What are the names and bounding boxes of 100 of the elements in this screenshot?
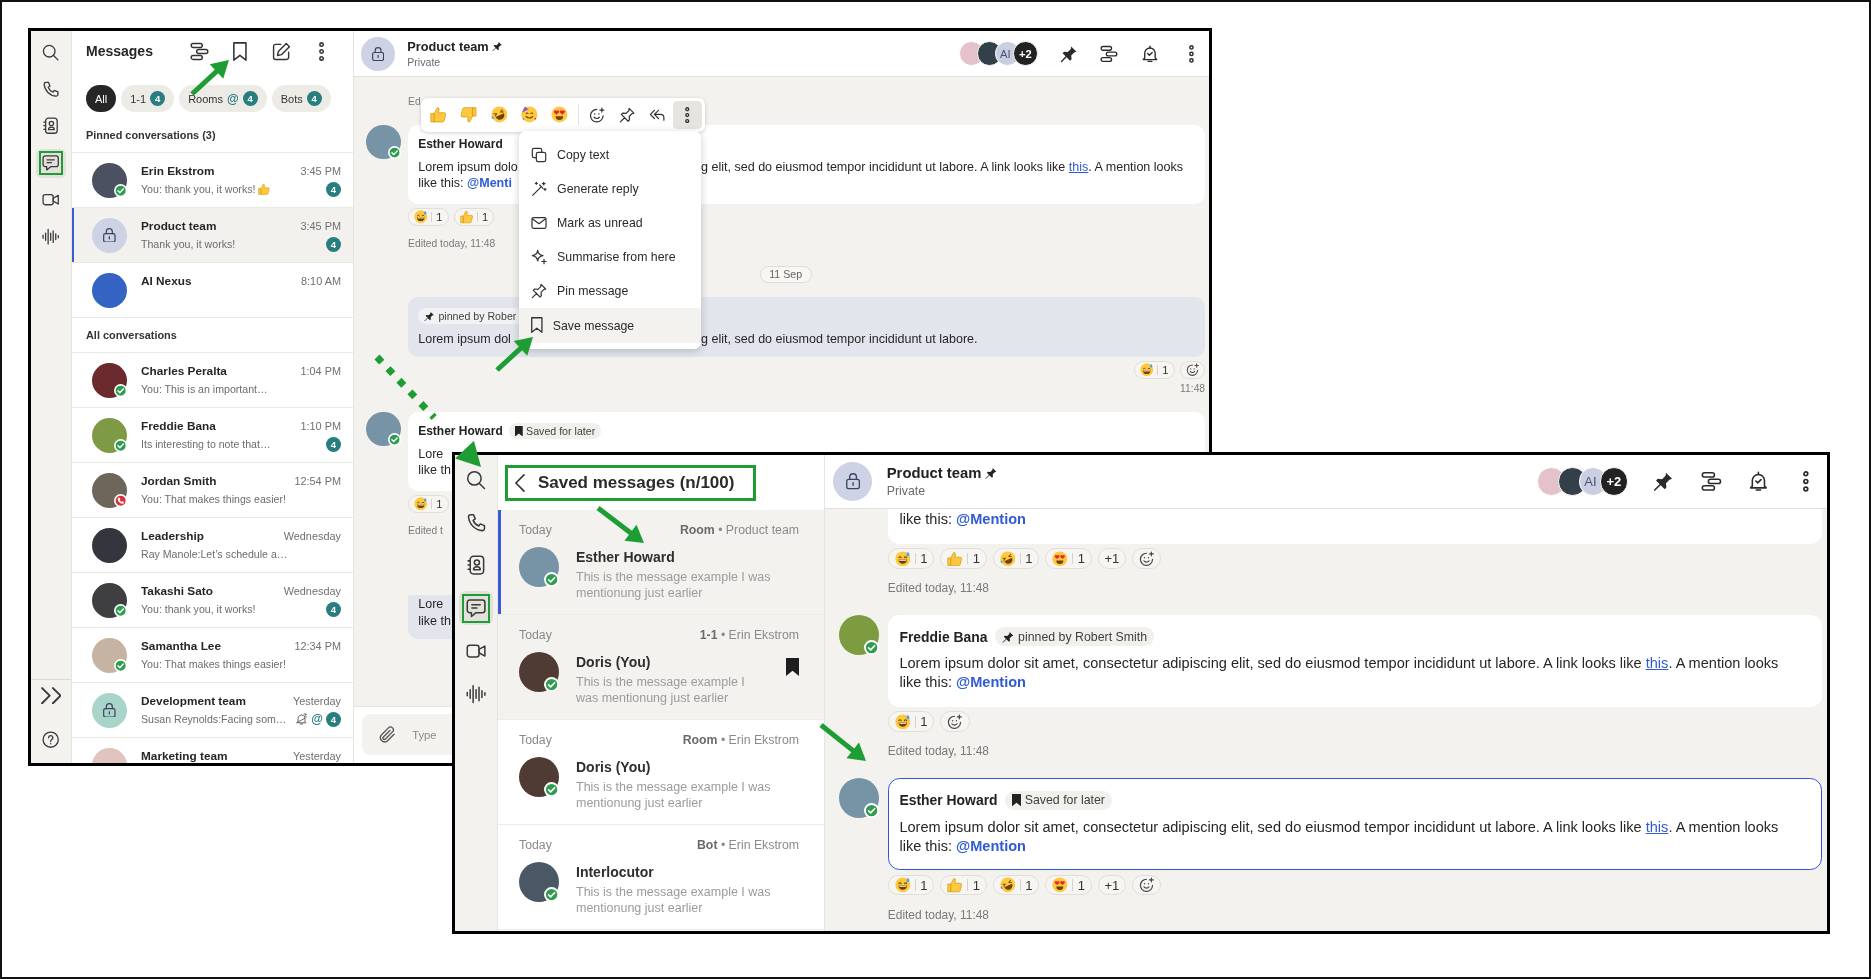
bookmark-icon[interactable] bbox=[785, 658, 799, 676]
reaction-button[interactable]: 1 bbox=[940, 874, 987, 896]
message-link[interactable]: this bbox=[1645, 818, 1669, 835]
pin-icon[interactable] bbox=[1653, 471, 1675, 492]
conversation-name: Erin Ekstrom bbox=[141, 164, 215, 178]
conversation-row[interactable]: Charles Peralta 1:04 PM You: This is an important… bbox=[72, 353, 353, 408]
message-text: Lore bbox=[418, 596, 444, 613]
add-reaction-button[interactable] bbox=[940, 711, 970, 733]
menu-item[interactable]: Save message bbox=[518, 308, 702, 343]
paperclip-icon[interactable] bbox=[377, 726, 396, 744]
reaction-button[interactable]: 1 bbox=[408, 208, 449, 227]
menu-item[interactable]: Summarise from here bbox=[518, 240, 702, 275]
conversation-row[interactable]: Freddie Bana 1:10 PM Its interesting to note that… 4 bbox=[72, 408, 353, 463]
back-chevron-icon[interactable] bbox=[515, 473, 525, 492]
saved-message-item[interactable]: Today Bot • Erin Ekstrom Interlocutor This is the message example I was mentionung just earlier bbox=[498, 825, 824, 930]
stacked-lines-icon[interactable] bbox=[1700, 471, 1722, 492]
edited-label: Edited today, 11:48 bbox=[887, 907, 989, 922]
conversation-name: Freddie Bana bbox=[141, 419, 216, 433]
filter-chip[interactable]: All bbox=[86, 85, 117, 112]
message-preview: This is the message example I was mentionung just earlier bbox=[576, 884, 772, 916]
add-reaction-button[interactable] bbox=[1179, 361, 1206, 379]
message-link[interactable]: this bbox=[1645, 655, 1669, 672]
compose-icon[interactable] bbox=[271, 41, 291, 61]
conversation-row[interactable]: Marketing team Yesterday bbox=[72, 738, 353, 763]
add-reaction-button[interactable] bbox=[1131, 874, 1162, 896]
thumbs-up-emoji-icon bbox=[947, 877, 963, 893]
section-title: Pinned conversations (3) bbox=[86, 129, 216, 141]
conversation-row[interactable]: Product team 3:45 PM Thank you, it works! 4 bbox=[72, 208, 353, 263]
reaction-button[interactable]: 1 bbox=[408, 495, 449, 514]
menu-item[interactable]: Generate reply bbox=[518, 171, 702, 207]
bell-check-icon[interactable] bbox=[1141, 44, 1160, 63]
conversation-name: Jordan Smith bbox=[141, 474, 217, 488]
edited-label: Edited today, 11:48 bbox=[408, 237, 496, 249]
reaction-button[interactable]: 1 bbox=[887, 874, 935, 896]
message-preview: You: thank you, it works! bbox=[141, 603, 256, 615]
check-badge-icon bbox=[543, 781, 559, 797]
menu-item[interactable]: Pin message bbox=[518, 274, 702, 309]
reaction-button[interactable]: 1 bbox=[887, 711, 935, 733]
reaction-button[interactable]: 1 bbox=[1045, 548, 1092, 569]
mention-link[interactable]: @Mention bbox=[956, 837, 1026, 854]
sparkle-icon bbox=[531, 249, 548, 266]
annotation-arrow bbox=[190, 60, 229, 96]
reaction-button[interactable]: 1 bbox=[992, 548, 1040, 569]
add-reaction-icon bbox=[1138, 550, 1155, 567]
member-count[interactable]: +2 bbox=[1013, 41, 1038, 67]
phone-icon bbox=[465, 512, 487, 533]
check-badge-icon bbox=[113, 604, 127, 618]
more-reactions-button[interactable]: +1 bbox=[1097, 874, 1127, 896]
check-badge-icon bbox=[113, 384, 127, 398]
message-text: Lorem ipsum dol bbox=[418, 330, 511, 348]
source-label: 1-1 • Erin Ekstrom bbox=[699, 628, 799, 642]
more-icon[interactable] bbox=[1188, 44, 1194, 63]
conversation-row[interactable]: Jordan Smith 12:54 PM You: That makes things easier! bbox=[72, 463, 353, 518]
reaction-button[interactable]: 1 bbox=[453, 208, 495, 227]
conversation-row[interactable]: Leadership Wednesday Ray Manole:Let’s schedule a… bbox=[72, 518, 353, 573]
filter-chip[interactable]: Bots 4 bbox=[271, 85, 331, 112]
reaction-button[interactable]: 1 bbox=[887, 548, 935, 569]
laughing-emoji-icon bbox=[490, 106, 508, 124]
pin-icon[interactable] bbox=[1059, 44, 1078, 63]
stacked-lines-icon[interactable] bbox=[189, 41, 209, 61]
edited-label: Edited t bbox=[408, 524, 443, 536]
reaction-button[interactable]: 1 bbox=[1045, 874, 1092, 896]
conversation-row[interactable]: AI Nexus 8:10 AM bbox=[72, 263, 353, 318]
message-preview: This is the message example I was mentionung just earlier bbox=[576, 779, 772, 811]
mention-link[interactable]: @Menti bbox=[467, 176, 512, 191]
more-reactions-button[interactable]: +1 bbox=[1097, 548, 1127, 569]
menu-item[interactable]: Copy text bbox=[518, 137, 702, 172]
grinning-sweat-emoji-icon bbox=[894, 550, 911, 567]
conversation-row[interactable]: Takashi Sato Wednesday You: thank you, it works! 4 bbox=[72, 573, 353, 628]
laughing-emoji-icon bbox=[999, 877, 1016, 893]
reaction-button[interactable]: 1 bbox=[1134, 361, 1175, 379]
more-icon[interactable] bbox=[1803, 471, 1810, 492]
message-time: 11:48 bbox=[1180, 382, 1206, 394]
conversation-row[interactable]: Samantha Lee 12:34 PM You: That makes things easier! bbox=[72, 628, 353, 683]
filter-chip[interactable]: Rooms @ 4 bbox=[179, 85, 267, 112]
reaction-button[interactable]: 1 bbox=[940, 548, 987, 569]
message-text: Lore bbox=[418, 445, 444, 463]
timestamp: 8:10 AM bbox=[301, 275, 341, 287]
author-name: Esther Howard bbox=[899, 792, 998, 809]
mention-link[interactable]: @Mention bbox=[956, 674, 1026, 691]
more-icon[interactable] bbox=[319, 41, 325, 61]
sender-name: Esther Howard bbox=[576, 548, 675, 567]
filter-chip[interactable]: 1-1 4 bbox=[121, 85, 175, 112]
member-count[interactable]: +2 bbox=[1599, 467, 1629, 496]
reaction-button[interactable]: 1 bbox=[992, 874, 1040, 896]
thumbs-up-emoji-icon bbox=[258, 183, 271, 195]
timestamp: Yesterday bbox=[292, 750, 341, 762]
saved-message-item[interactable]: Today Room • Erin Ekstrom Doris (You) This is the message example I was mentionung just earlier bbox=[498, 720, 824, 825]
more-button[interactable] bbox=[673, 100, 702, 129]
menu-item[interactable]: Mark as unread bbox=[518, 206, 702, 241]
add-reaction-icon bbox=[1138, 877, 1155, 893]
mention-link[interactable]: @Mention bbox=[956, 510, 1026, 527]
bookmark-icon[interactable] bbox=[233, 41, 247, 61]
conversation-row[interactable]: Development team Yesterday Susan Reynolds:Facing som… @ 4 bbox=[72, 683, 353, 738]
timestamp: 1:04 PM bbox=[300, 365, 341, 377]
add-reaction-button[interactable] bbox=[1131, 548, 1162, 569]
bell-check-icon[interactable] bbox=[1748, 471, 1770, 492]
stacked-lines-icon[interactable] bbox=[1100, 44, 1119, 63]
bookmark-icon bbox=[531, 317, 543, 334]
help-icon bbox=[42, 731, 60, 749]
